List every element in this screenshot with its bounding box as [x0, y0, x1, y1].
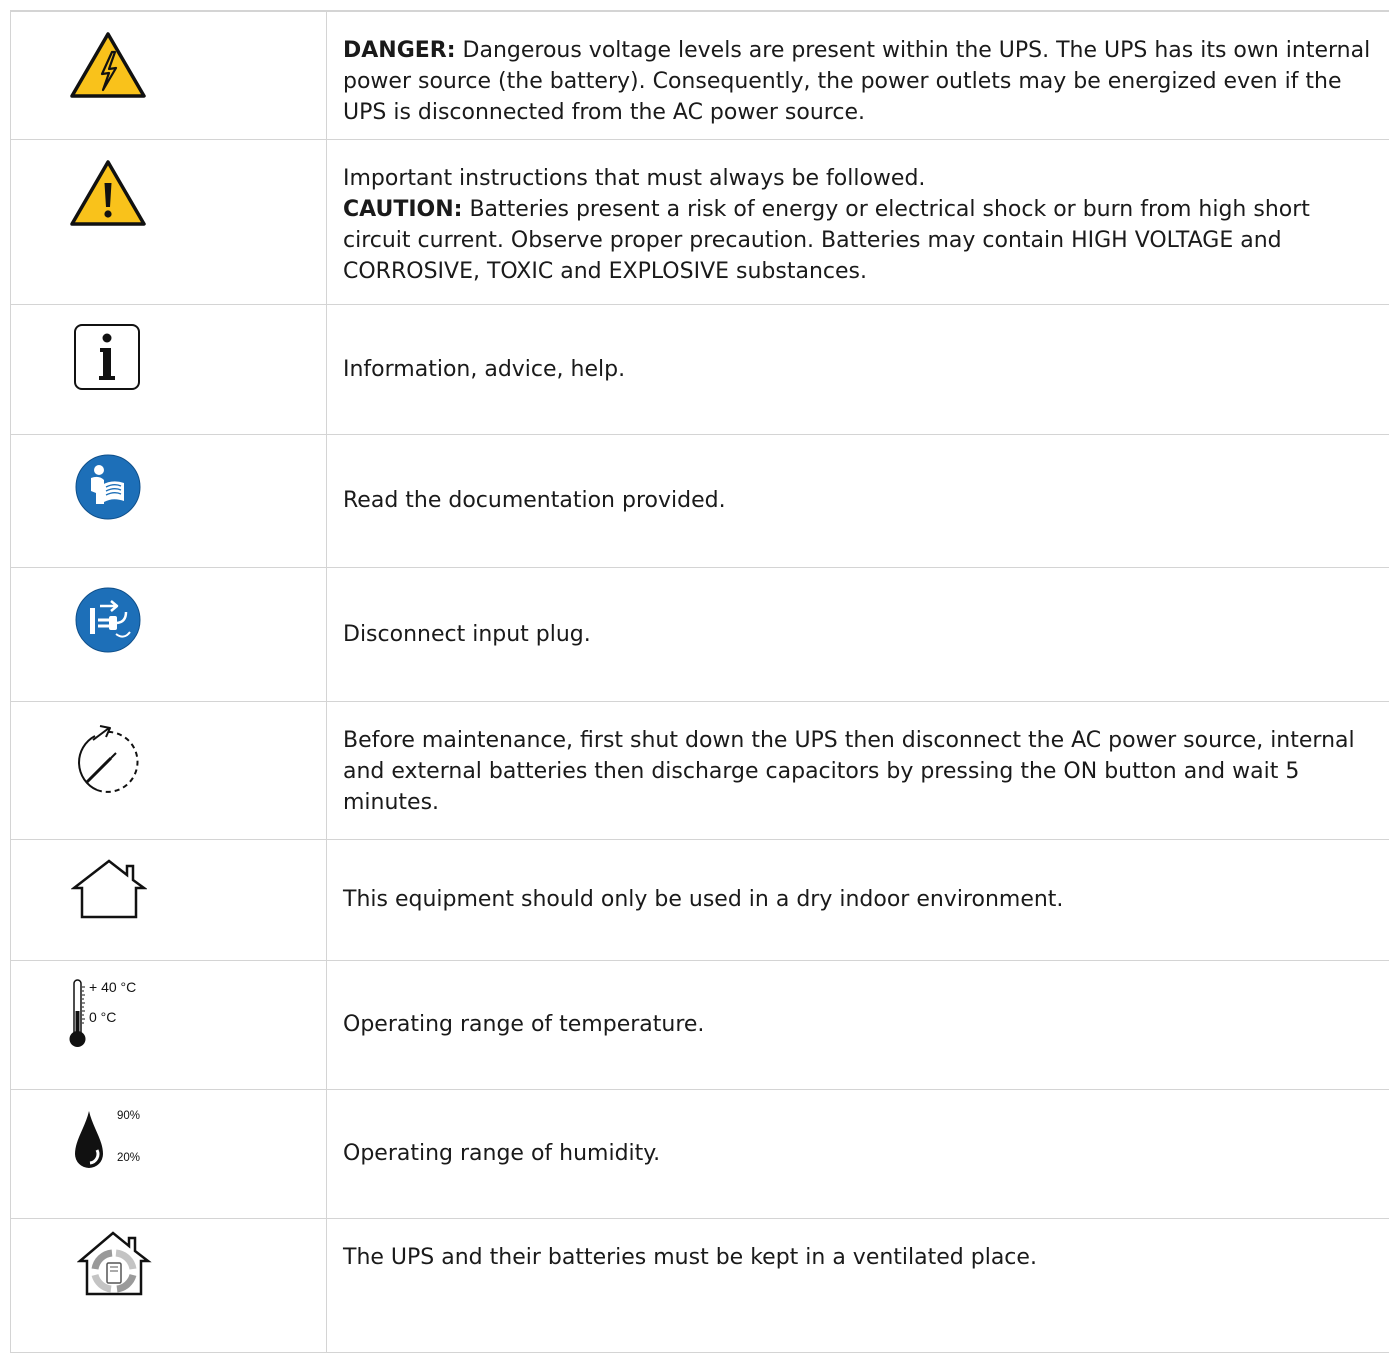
- danger-keyword: DANGER:: [343, 38, 456, 63]
- table-row: Read the documentation provided.: [11, 434, 1389, 567]
- discharge-wait-icon: [73, 718, 149, 802]
- disconnect-plug-text: Disconnect input plug.: [343, 622, 591, 647]
- icon-cell: + 40 °C 0 °C: [11, 960, 327, 1089]
- icon-cell: [11, 1218, 327, 1352]
- indoor-use-text: This equipment should only be used in a …: [343, 887, 1063, 912]
- icon-cell: [11, 701, 327, 839]
- description-cell: Important instructions that must always …: [327, 139, 1389, 304]
- indoor-house-icon: [71, 858, 147, 924]
- caution-intro: Important instructions that must always …: [343, 163, 1379, 194]
- disconnect-plug-icon: [74, 586, 142, 658]
- ventilated-house-icon: [77, 1229, 153, 1301]
- icon-cell: 90% 20%: [11, 1089, 327, 1218]
- table-row: The UPS and their batteries must be kept…: [11, 1218, 1389, 1352]
- table-row: Disconnect input plug.: [11, 567, 1389, 701]
- temperature-max-label: + 40 °C: [89, 979, 136, 995]
- humidity-drop-icon: 90% 20%: [73, 1110, 183, 1180]
- table-row: This equipment should only be used in a …: [11, 839, 1389, 960]
- description-cell: Operating range of temperature.: [327, 960, 1389, 1089]
- danger-text: Dangerous voltage levels are present wit…: [343, 38, 1370, 125]
- description-cell: Before maintenance, first shut down the …: [327, 701, 1389, 839]
- description-cell: Read the documentation provided.: [327, 434, 1389, 567]
- icon-cell: [11, 434, 327, 567]
- icon-cell: [11, 11, 327, 139]
- table-row: 90% 20% Operating range of humidity.: [11, 1089, 1389, 1218]
- information-text: Information, advice, help.: [343, 357, 625, 382]
- icon-cell: [11, 304, 327, 434]
- caution-text: Batteries present a risk of energy or el…: [343, 197, 1310, 284]
- information-icon: [73, 323, 141, 395]
- temperature-text: Operating range of temperature.: [343, 1012, 704, 1037]
- humidity-min-label: 20%: [117, 1152, 140, 1164]
- table-row: Before maintenance, first shut down the …: [11, 701, 1389, 839]
- description-cell: The UPS and their batteries must be kept…: [327, 1218, 1389, 1352]
- thermometer-icon: + 40 °C 0 °C: [69, 979, 189, 1049]
- description-cell: Information, advice, help.: [327, 304, 1389, 434]
- humidity-text: Operating range of humidity.: [343, 1141, 660, 1166]
- temperature-min-label: 0 °C: [89, 1009, 116, 1025]
- icon-cell: [11, 839, 327, 960]
- caution-keyword: CAUTION:: [343, 197, 462, 222]
- description-cell: Disconnect input plug.: [327, 567, 1389, 701]
- description-cell: Operating range of humidity.: [327, 1089, 1389, 1218]
- general-warning-icon: [69, 158, 147, 232]
- safety-symbols-table: DANGER: Dangerous voltage levels are pre…: [10, 10, 1389, 1353]
- read-documentation-text: Read the documentation provided.: [343, 488, 726, 513]
- icon-cell: [11, 139, 327, 304]
- maintenance-text: Before maintenance, first shut down the …: [343, 728, 1355, 815]
- table-row: DANGER: Dangerous voltage levels are pre…: [11, 11, 1389, 139]
- description-cell: DANGER: Dangerous voltage levels are pre…: [327, 11, 1389, 139]
- ventilation-text: The UPS and their batteries must be kept…: [343, 1245, 1037, 1270]
- description-cell: This equipment should only be used in a …: [327, 839, 1389, 960]
- table-row: Important instructions that must always …: [11, 139, 1389, 304]
- table-row: + 40 °C 0 °C Operating range of temperat…: [11, 960, 1389, 1089]
- humidity-max-label: 90%: [117, 1110, 140, 1122]
- icon-cell: [11, 567, 327, 701]
- read-manual-icon: [74, 453, 142, 525]
- high-voltage-warning-icon: [69, 30, 147, 104]
- table-row: Information, advice, help.: [11, 304, 1389, 434]
